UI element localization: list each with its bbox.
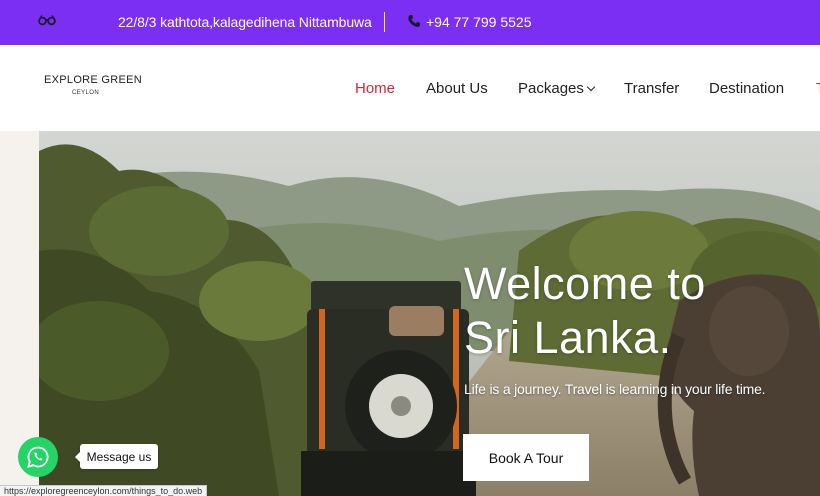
chevron-down-icon bbox=[586, 82, 596, 92]
site-header: EXPLORE GREEN CEYLON Home About Us Packa… bbox=[0, 45, 820, 131]
phone-icon bbox=[408, 15, 420, 27]
status-bar-url: https://exploregreenceylon.com/things_to… bbox=[0, 485, 208, 496]
nav-packages-label: Packages bbox=[518, 80, 584, 97]
logo-subtitle[interactable]: CEYLON bbox=[72, 90, 99, 96]
message-us-tooltip[interactable]: Message us bbox=[75, 444, 158, 469]
phone-number[interactable]: +94 77 799 5525 bbox=[426, 14, 532, 30]
top-info-bar: 22/8/3 kathtota,kalagedihena Nittambuwa … bbox=[0, 0, 820, 45]
hero-title-line-2: Sri Lanka. bbox=[464, 312, 672, 363]
whatsapp-icon bbox=[27, 446, 49, 468]
address-text: 22/8/3 kathtota,kalagedihena Nittambuwa bbox=[118, 14, 372, 30]
hero-subtitle: Life is a journey. Travel is learning in… bbox=[464, 381, 766, 397]
nav-about-us[interactable]: About Us bbox=[426, 80, 488, 97]
nav-overflow-item[interactable]: T bbox=[816, 80, 820, 96]
whatsapp-chat-button[interactable] bbox=[18, 437, 58, 477]
nav-packages[interactable]: Packages bbox=[518, 80, 596, 97]
nav-transfer[interactable]: Transfer bbox=[624, 80, 679, 97]
glasses-icon bbox=[38, 15, 56, 26]
hero-banner: Welcome to Sri Lanka. Life is a journey.… bbox=[39, 131, 820, 496]
hero-title-line-1: Welcome to bbox=[464, 258, 706, 309]
nav-destination[interactable]: Destination bbox=[709, 80, 784, 97]
logo-title[interactable]: EXPLORE GREEN bbox=[44, 74, 142, 86]
hero-title: Welcome to Sri Lanka. bbox=[464, 257, 814, 365]
nav-home[interactable]: Home bbox=[355, 80, 395, 97]
topbar-divider bbox=[384, 12, 385, 32]
book-a-tour-button[interactable]: Book A Tour bbox=[463, 434, 589, 481]
